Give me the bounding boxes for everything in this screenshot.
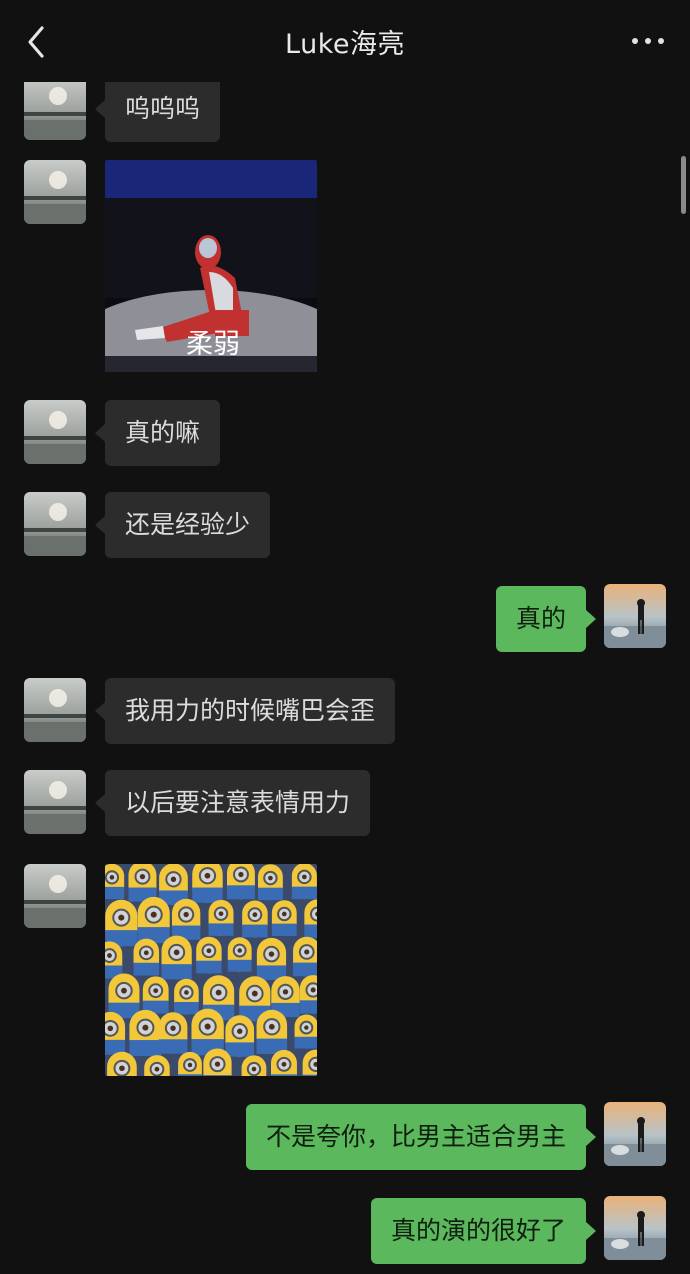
- contact-avatar[interactable]: [24, 400, 86, 464]
- outgoing-message-bubble[interactable]: 真的: [495, 586, 597, 652]
- sticker-image[interactable]: 柔弱: [105, 160, 317, 372]
- sticker-caption: 柔弱: [186, 329, 240, 360]
- more-options-icon[interactable]: [632, 38, 664, 44]
- incoming-message-bubble[interactable]: 真的嘛: [94, 400, 221, 466]
- contact-avatar[interactable]: [24, 864, 86, 928]
- incoming-message-bubble[interactable]: 以后要注意表情用力: [94, 770, 371, 836]
- incoming-message-bubble[interactable]: 呜呜呜: [94, 76, 221, 142]
- contact-avatar[interactable]: [24, 678, 86, 742]
- contact-avatar[interactable]: [24, 492, 86, 556]
- sticker-image[interactable]: [105, 864, 317, 1076]
- user-avatar[interactable]: [604, 584, 666, 648]
- outgoing-message-bubble[interactable]: 不是夸你，比男主适合男主: [245, 1104, 597, 1170]
- chat-header: Luke海亮: [0, 0, 690, 82]
- outgoing-message-bubble[interactable]: 真的演的很好了: [370, 1198, 597, 1264]
- incoming-message-bubble[interactable]: 我用力的时候嘴巴会歪: [94, 678, 396, 744]
- contact-avatar[interactable]: [24, 770, 86, 834]
- chat-title: Luke海亮: [285, 28, 405, 60]
- scrollbar[interactable]: [681, 156, 686, 214]
- user-avatar[interactable]: [604, 1102, 666, 1166]
- contact-avatar[interactable]: [24, 160, 86, 224]
- contact-avatar[interactable]: [24, 76, 86, 140]
- user-avatar[interactable]: [604, 1196, 666, 1260]
- incoming-message-bubble[interactable]: 还是经验少: [94, 492, 271, 558]
- back-chevron-icon[interactable]: [18, 22, 54, 62]
